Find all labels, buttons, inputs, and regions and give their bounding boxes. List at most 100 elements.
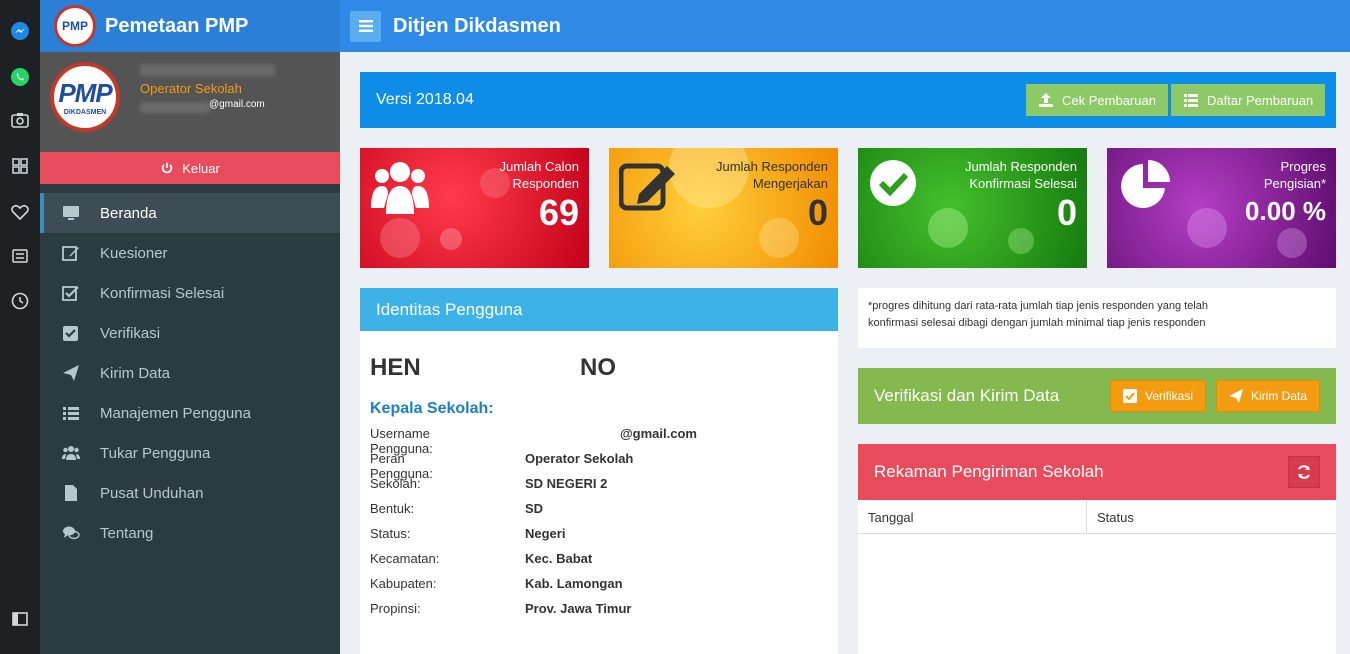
- news-icon[interactable]: [0, 241, 40, 271]
- grid-icon[interactable]: [0, 151, 40, 181]
- sidebar-menu: Beranda Kuesioner Konfirmasi Selesai Ver…: [40, 193, 340, 553]
- checkbox-icon: [1123, 389, 1137, 403]
- identity-subtitle: Kepala Sekolah:: [370, 400, 494, 417]
- panel-toggle-icon[interactable]: [0, 604, 40, 634]
- sidebar-item-label: Kirim Data: [100, 364, 171, 382]
- column-header-tanggal[interactable]: Tanggal: [858, 500, 1087, 534]
- whatsapp-icon[interactable]: [0, 62, 40, 92]
- sidebar-item-kirim-data[interactable]: Kirim Data: [40, 353, 340, 393]
- stat-value: 0: [807, 192, 828, 233]
- stat-label: Jumlah Calon Responden: [499, 159, 580, 191]
- stat-label: Jumlah Responden Konfirmasi Selesai: [964, 159, 1077, 191]
- user-role: Operator Sekolah: [140, 81, 242, 96]
- records-header: Rekaman Pengiriman Sekolah: [858, 444, 1336, 500]
- verify-send-title: Verifikasi dan Kirim Data: [874, 386, 1060, 405]
- progress-note: *progres dihitung dari rata-rata jumlah …: [858, 288, 1336, 348]
- stat-label: Progres Pengisian*: [1263, 159, 1326, 191]
- update-list-label: Daftar Pembaruan: [1207, 92, 1314, 108]
- sidebar-item-label: Manajemen Pengguna: [100, 404, 251, 422]
- sidebar-item-label: Pusat Unduhan: [100, 484, 204, 502]
- identity-panel: Identitas Pengguna HEN NO Kepala Sekolah…: [360, 288, 838, 654]
- identity-panel-title: Identitas Pengguna: [360, 288, 838, 331]
- sidebar-item-label: Konfirmasi Selesai: [100, 284, 225, 302]
- verify-label: Verifikasi: [1145, 389, 1194, 403]
- sidebar-item-pusat-unduhan[interactable]: Pusat Unduhan: [40, 473, 340, 513]
- sidebar-item-kuesioner[interactable]: Kuesioner: [40, 233, 340, 273]
- sidebar-item-verifikasi[interactable]: Verifikasi: [40, 313, 340, 353]
- sidebar-toggle-button[interactable]: [350, 10, 381, 42]
- users-icon: [370, 158, 430, 219]
- sidebar-item-label: Beranda: [100, 204, 157, 222]
- note-line-2: konfirmasi selesai dibagi dengan jumlah …: [868, 317, 1206, 329]
- sidebar-item-label: Verifikasi: [100, 324, 161, 342]
- avatar-subtext: DIKDASMEN: [63, 109, 107, 116]
- version-text: Versi 2018.04: [376, 91, 474, 108]
- upload-icon: [1039, 93, 1053, 107]
- logout-button[interactable]: Keluar: [40, 152, 340, 184]
- avatar-text: PMP: [58, 78, 112, 108]
- stat-card-calon-responden: Jumlah Calon Responden 69: [360, 148, 589, 268]
- stat-card-konfirmasi-selesai: Jumlah Responden Konfirmasi Selesai 0: [858, 148, 1087, 268]
- brand-logo[interactable]: PMP: [54, 5, 96, 47]
- sidebar-item-beranda[interactable]: Beranda: [40, 193, 340, 233]
- list-icon: [1184, 94, 1198, 107]
- sidebar-item-konfirmasi-selesai[interactable]: Konfirmasi Selesai: [40, 273, 340, 313]
- stat-value: 0: [1056, 192, 1077, 233]
- records-panel: Rekaman Pengiriman Sekolah Tanggal Statu…: [858, 444, 1336, 654]
- app-dock: [0, 0, 40, 654]
- stat-value: 0.00 %: [1245, 196, 1326, 226]
- heart-icon[interactable]: [0, 197, 40, 227]
- edit-icon: [618, 158, 679, 219]
- page-title: Ditjen Dikdasmen: [393, 14, 561, 37]
- user-name-part1: HEN: [370, 354, 421, 381]
- sidebar-item-label: Kuesioner: [100, 244, 168, 262]
- messenger-icon[interactable]: [0, 16, 40, 46]
- stat-card-progres-pengisian: Progres Pengisian* 0.00 %: [1107, 148, 1336, 268]
- refresh-button[interactable]: [1288, 456, 1320, 488]
- clock-icon[interactable]: [0, 286, 40, 316]
- verify-button[interactable]: Verifikasi: [1110, 380, 1207, 412]
- check-square-icon: [62, 286, 79, 301]
- brand-title[interactable]: Pemetaan PMP: [105, 15, 248, 38]
- comments-icon: [63, 526, 80, 540]
- update-list-button[interactable]: Daftar Pembaruan: [1171, 84, 1326, 116]
- check-update-label: Cek Pembaruan: [1062, 92, 1156, 108]
- stat-value: 69: [538, 192, 579, 233]
- logout-label: Keluar: [182, 160, 220, 176]
- users-icon: [62, 446, 80, 460]
- send-icon: [1229, 389, 1243, 403]
- file-icon: [65, 485, 77, 501]
- camera-icon[interactable]: [0, 105, 40, 135]
- stat-label: Jumlah Responden Mengerjakan: [715, 159, 828, 191]
- brand-bar: PMP Pemetaan PMP: [40, 0, 340, 52]
- refresh-icon: [1298, 465, 1310, 479]
- brand-logo-text: PMP: [61, 19, 88, 33]
- sidebar-item-tentang[interactable]: Tentang: [40, 513, 340, 553]
- pie-chart-icon: [1117, 158, 1173, 219]
- note-line-1: *progres dihitung dari rata-rata jumlah …: [868, 300, 1208, 312]
- check-update-button[interactable]: Cek Pembaruan: [1026, 84, 1168, 116]
- sidebar-item-label: Tentang: [100, 524, 154, 542]
- column-header-status[interactable]: Status: [1087, 500, 1134, 534]
- version-box: Versi 2018.04 Cek Pembaruan Daftar Pemba…: [360, 72, 1336, 128]
- sidebar: PMP Pemetaan PMP PMP DIKDASMEN Operator …: [40, 0, 340, 654]
- top-header: Ditjen Dikdasmen: [340, 0, 1350, 52]
- records-title: Rekaman Pengiriman Sekolah: [874, 462, 1104, 481]
- avatar: PMP DIKDASMEN: [50, 62, 120, 132]
- sidebar-item-manajemen-pengguna[interactable]: Manajemen Pengguna: [40, 393, 340, 433]
- edit-icon: [62, 246, 79, 261]
- check-circle-icon: [868, 158, 918, 213]
- sidebar-item-tukar-pengguna[interactable]: Tukar Pengguna: [40, 433, 340, 473]
- sidebar-item-label: Tukar Pengguna: [100, 444, 211, 462]
- checkbox-icon: [63, 326, 78, 341]
- monitor-icon: [63, 206, 79, 220]
- send-data-button[interactable]: Kirim Data: [1216, 380, 1321, 412]
- stat-card-responden-mengerjakan: Jumlah Responden Mengerjakan 0: [609, 148, 838, 268]
- user-panel: PMP DIKDASMEN Operator Sekolah @gmail.co…: [40, 52, 340, 152]
- user-name-part2: NO: [580, 354, 616, 381]
- user-email: @gmail.com: [209, 99, 265, 110]
- hamburger-icon: [358, 20, 373, 32]
- records-table-header: Tanggal Status: [858, 500, 1336, 534]
- power-icon: [161, 162, 173, 174]
- verify-send-box: Verifikasi dan Kirim Data Verifikasi Kir…: [858, 368, 1336, 424]
